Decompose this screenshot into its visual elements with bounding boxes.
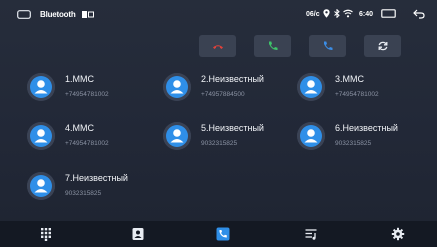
bluetooth-phone-screen: Bluetooth 06/c 6:40 1.MMC +74954781002 2…: [0, 0, 437, 247]
nav-contacts[interactable]: [118, 221, 158, 247]
contacts-icon: [132, 228, 144, 240]
nav-music[interactable]: [291, 221, 331, 247]
avatar: [27, 73, 55, 101]
nav-call-log[interactable]: [203, 221, 243, 247]
call-log-icon: [216, 227, 230, 241]
contact-number: +74954781002: [335, 91, 379, 98]
home-icon[interactable]: [17, 10, 31, 19]
contact-name: 7.Неизвестный: [65, 173, 128, 183]
contact-item[interactable]: 2.Неизвестный +74957884500: [163, 73, 293, 113]
contact-avatar-icon: [27, 73, 55, 101]
contact-number: 9032315825: [201, 140, 238, 147]
sync-icon: [378, 41, 387, 51]
avatar: [27, 122, 55, 150]
contact-item[interactable]: 1.MMC +74954781002: [27, 73, 157, 113]
avatar: [163, 73, 191, 101]
contact-avatar-icon: [297, 73, 325, 101]
avatar: [163, 122, 191, 150]
contact-number: 9032315825: [335, 140, 372, 147]
status-title: Bluetooth: [40, 10, 76, 19]
contact-avatar-icon: [27, 172, 55, 200]
back-icon[interactable]: [413, 9, 425, 19]
transfer-call-button[interactable]: [309, 35, 346, 57]
contact-name: 6.Неизвестный: [335, 123, 398, 133]
bottom-nav-bar: [0, 221, 437, 247]
status-bar: Bluetooth 06/c 6:40: [0, 0, 437, 30]
wifi-icon: [343, 9, 353, 18]
status-time: 6:40: [359, 11, 374, 18]
contact-item[interactable]: 4.MMC +74954781002: [27, 122, 157, 162]
settings-icon: [391, 227, 405, 241]
nav-dialpad[interactable]: [26, 221, 66, 247]
sync-button[interactable]: [364, 35, 401, 57]
contact-number: +74957884500: [201, 91, 245, 98]
contact-item[interactable]: 7.Неизвестный 9032315825: [27, 172, 157, 212]
hangup-button[interactable]: [199, 35, 236, 57]
status-indicator-text: 06/c: [306, 11, 320, 18]
avatar: [27, 172, 55, 200]
contact-avatar-icon: [297, 122, 325, 150]
contact-name: 1.MMC: [65, 74, 94, 84]
avatar: [297, 73, 325, 101]
window-icon[interactable]: [381, 9, 396, 18]
contact-name: 5.Неизвестный: [201, 123, 264, 133]
nav-settings[interactable]: [378, 221, 418, 247]
contact-name: 2.Неизвестный: [201, 74, 264, 84]
contact-item[interactable]: 6.Неизвестный 9032315825: [297, 122, 427, 162]
dialpad-icon: [41, 228, 51, 241]
contact-avatar-icon: [27, 122, 55, 150]
answer-call-button[interactable]: [254, 35, 291, 57]
contact-item[interactable]: 3.MMC +74954781002: [297, 73, 427, 113]
bluetooth-icon: [334, 9, 340, 18]
call-transfer-icon: [323, 41, 332, 51]
call-answer-icon: [268, 41, 277, 51]
contact-avatar-icon: [163, 122, 191, 150]
contact-item[interactable]: 5.Неизвестный 9032315825: [163, 122, 293, 162]
contact-avatar-icon: [163, 73, 191, 101]
contact-name: 3.MMC: [335, 74, 364, 84]
contact-number: +74954781002: [65, 140, 109, 147]
music-icon: [305, 229, 317, 240]
contact-number: 9032315825: [65, 190, 102, 197]
location-icon: [323, 9, 330, 18]
hangup-icon: [212, 45, 223, 49]
contact-number: +74954781002: [65, 91, 109, 98]
avatar: [297, 122, 325, 150]
contact-name: 4.MMC: [65, 123, 94, 133]
bluetooth-status-icon: [82, 11, 94, 18]
